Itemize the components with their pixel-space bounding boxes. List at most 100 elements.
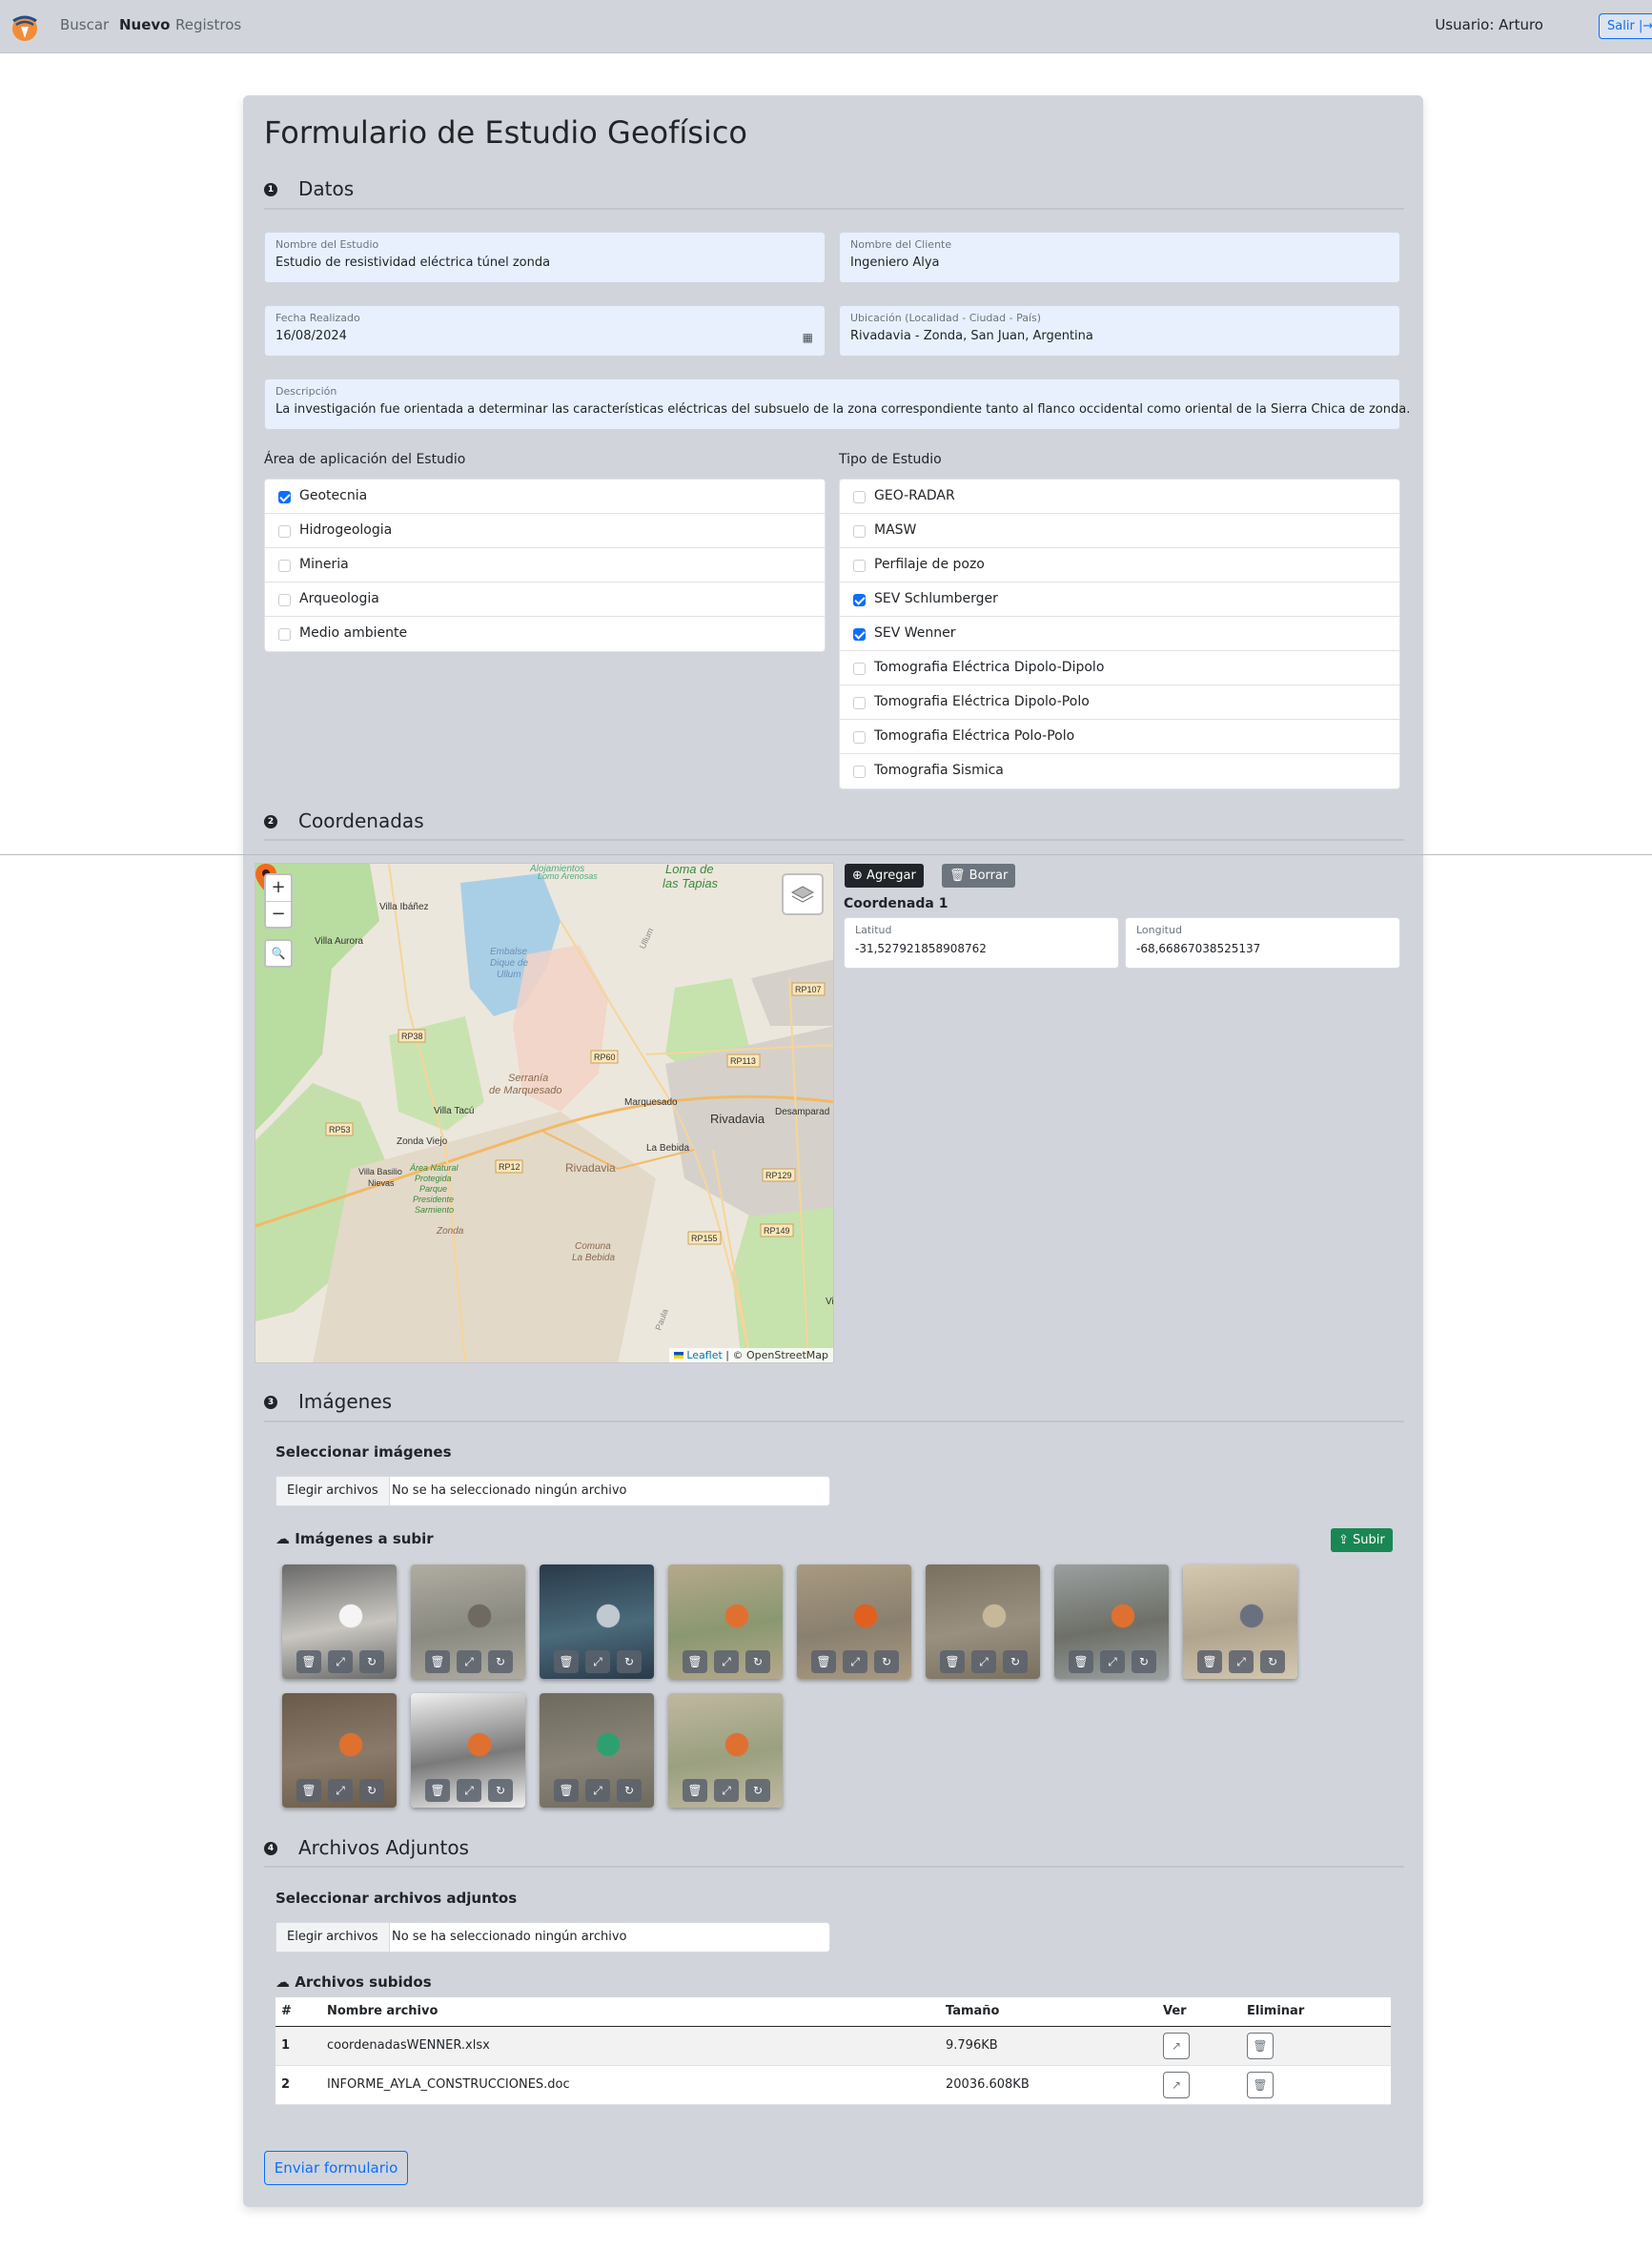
description-field[interactable]: Descripción La investigación fue orienta… xyxy=(264,378,1410,430)
osm-attribution[interactable]: | © OpenStreetMap xyxy=(725,1349,828,1361)
trash-icon[interactable]: 🗑 xyxy=(554,1650,579,1673)
checkbox[interactable] xyxy=(853,525,866,538)
checkbox[interactable] xyxy=(278,628,291,641)
trash-icon[interactable]: 🗑 xyxy=(811,1650,836,1673)
expand-icon[interactable]: ⤢ xyxy=(971,1650,996,1673)
trash-icon[interactable]: 🗑 xyxy=(1247,2032,1274,2059)
expand-icon[interactable]: ⤢ xyxy=(714,1779,739,1802)
rotate-icon[interactable]: ↻ xyxy=(359,1650,384,1673)
image-thumbnail[interactable]: 🗑 ⤢ ↻ xyxy=(1183,1564,1297,1679)
checkbox[interactable] xyxy=(853,560,866,572)
latitude-field[interactable]: Latitud -31,527921858908762 xyxy=(844,917,1119,969)
checkbox[interactable] xyxy=(278,594,291,606)
expand-icon[interactable]: ⤢ xyxy=(843,1650,867,1673)
study-name-field[interactable]: Nombre del Estudio Estudio de resistivid… xyxy=(264,232,826,283)
nav-buscar[interactable]: Buscar xyxy=(60,16,109,33)
trash-icon[interactable]: 🗑 xyxy=(683,1779,707,1802)
expand-icon[interactable]: ⤢ xyxy=(457,1650,481,1673)
expand-icon[interactable]: ⤢ xyxy=(585,1779,610,1802)
checkbox[interactable] xyxy=(853,731,866,744)
longitude-field[interactable]: Longitud -68,66867038525137 xyxy=(1125,917,1400,969)
trash-icon[interactable]: 🗑 xyxy=(554,1779,579,1802)
location-map[interactable]: Loma de las Tapias Alojamientos Lomo Are… xyxy=(255,863,834,1363)
image-thumbnail[interactable]: 🗑 ⤢ ↻ xyxy=(411,1564,525,1679)
type-item-sev-schlumberger[interactable]: SEV Schlumberger xyxy=(840,583,1399,617)
nav-registros[interactable]: Registros xyxy=(175,16,241,33)
area-item-mineria[interactable]: Mineria xyxy=(265,548,825,583)
image-thumbnail[interactable]: 🗑 ⤢ ↻ xyxy=(540,1564,654,1679)
type-item-georadar[interactable]: GEO-RADAR xyxy=(840,480,1399,514)
choose-files-button[interactable]: Elegir archivos xyxy=(276,1477,390,1505)
trash-icon[interactable]: 🗑 xyxy=(1069,1650,1093,1673)
nav-nuevo[interactable]: Nuevo xyxy=(119,16,171,33)
image-thumbnail[interactable]: 🗑 ⤢ ↻ xyxy=(797,1564,911,1679)
type-item-dipolo-dipolo[interactable]: Tomografia Eléctrica Dipolo-Dipolo xyxy=(840,651,1399,685)
logout-button[interactable]: Salir |→ xyxy=(1599,13,1652,39)
choose-files-button[interactable]: Elegir archivos xyxy=(276,1923,390,1952)
checkbox[interactable] xyxy=(853,697,866,709)
image-thumbnail[interactable]: 🗑 ⤢ ↻ xyxy=(926,1564,1040,1679)
expand-icon[interactable]: ⤢ xyxy=(1100,1650,1125,1673)
submit-form-button[interactable]: Enviar formulario xyxy=(264,2151,408,2185)
rotate-icon[interactable]: ↻ xyxy=(617,1650,642,1673)
images-file-input[interactable]: Elegir archivos No se ha seleccionado ni… xyxy=(275,1476,830,1506)
trash-icon[interactable]: 🗑 xyxy=(296,1779,321,1802)
area-item-medio-ambiente[interactable]: Medio ambiente xyxy=(265,617,825,651)
checkbox[interactable] xyxy=(853,628,866,641)
area-item-hidrogeologia[interactable]: Hidrogeologia xyxy=(265,514,825,548)
open-external-icon[interactable]: ↗ xyxy=(1163,2071,1190,2098)
image-thumbnail[interactable]: 🗑 ⤢ ↻ xyxy=(411,1693,525,1808)
leaflet-link[interactable]: Leaflet xyxy=(686,1349,722,1361)
type-item-dipolo-polo[interactable]: Tomografia Eléctrica Dipolo-Polo xyxy=(840,685,1399,720)
rotate-icon[interactable]: ↻ xyxy=(359,1779,384,1802)
delete-coordinate-button[interactable]: 🗑 Borrar xyxy=(942,864,1016,888)
trash-icon[interactable]: 🗑 xyxy=(425,1779,450,1802)
image-thumbnail[interactable]: 🗑 ⤢ ↻ xyxy=(282,1693,397,1808)
open-external-icon[interactable]: ↗ xyxy=(1163,2032,1190,2059)
checkbox[interactable] xyxy=(853,491,866,503)
expand-icon[interactable]: ⤢ xyxy=(1229,1650,1254,1673)
client-name-field[interactable]: Nombre del Cliente Ingeniero Alya xyxy=(839,232,1400,283)
location-field[interactable]: Ubicación (Localidad - Ciudad - País) Ri… xyxy=(839,305,1400,357)
checkbox[interactable] xyxy=(853,663,866,675)
checkbox[interactable] xyxy=(278,525,291,538)
map-search-button[interactable]: 🔍 xyxy=(264,939,293,968)
attachments-file-input[interactable]: Elegir archivos No se ha seleccionado ni… xyxy=(275,1922,830,1953)
type-item-sev-wenner[interactable]: SEV Wenner xyxy=(840,617,1399,651)
trash-icon[interactable]: 🗑 xyxy=(940,1650,965,1673)
layers-button[interactable] xyxy=(782,873,824,915)
rotate-icon[interactable]: ↻ xyxy=(745,1779,770,1802)
zoom-in-button[interactable]: + xyxy=(266,875,291,901)
type-item-masw[interactable]: MASW xyxy=(840,514,1399,548)
rotate-icon[interactable]: ↻ xyxy=(1132,1650,1156,1673)
expand-icon[interactable]: ⤢ xyxy=(714,1650,739,1673)
checkbox[interactable] xyxy=(278,560,291,572)
type-item-polo-polo[interactable]: Tomografia Eléctrica Polo-Polo xyxy=(840,720,1399,754)
add-coordinate-button[interactable]: ⊕ Agregar xyxy=(845,864,924,888)
expand-icon[interactable]: ⤢ xyxy=(328,1779,353,1802)
trash-icon[interactable]: 🗑 xyxy=(296,1650,321,1673)
expand-icon[interactable]: ⤢ xyxy=(585,1650,610,1673)
calendar-icon[interactable]: ▦ xyxy=(803,331,813,344)
checkbox[interactable] xyxy=(278,491,291,503)
date-field[interactable]: Fecha Realizado 16/08/2024 ▦ xyxy=(264,305,826,357)
image-thumbnail[interactable]: 🗑 ⤢ ↻ xyxy=(1054,1564,1169,1679)
image-thumbnail[interactable]: 🗑 ⤢ ↻ xyxy=(540,1693,654,1808)
expand-icon[interactable]: ⤢ xyxy=(457,1779,481,1802)
type-item-sismica[interactable]: Tomografia Sismica xyxy=(840,754,1399,788)
rotate-icon[interactable]: ↻ xyxy=(1003,1650,1028,1673)
upload-images-button[interactable]: ⇪ Subir xyxy=(1331,1528,1393,1552)
image-thumbnail[interactable]: 🗑 ⤢ ↻ xyxy=(282,1564,397,1679)
trash-icon[interactable]: 🗑 xyxy=(1247,2071,1274,2098)
trash-icon[interactable]: 🗑 xyxy=(1197,1650,1222,1673)
rotate-icon[interactable]: ↻ xyxy=(488,1779,513,1802)
rotate-icon[interactable]: ↻ xyxy=(874,1650,899,1673)
app-logo-icon[interactable] xyxy=(10,11,40,42)
rotate-icon[interactable]: ↻ xyxy=(745,1650,770,1673)
rotate-icon[interactable]: ↻ xyxy=(488,1650,513,1673)
trash-icon[interactable]: 🗑 xyxy=(425,1650,450,1673)
rotate-icon[interactable]: ↻ xyxy=(1260,1650,1285,1673)
area-item-geotecnia[interactable]: Geotecnia xyxy=(265,480,825,514)
image-thumbnail[interactable]: 🗑 ⤢ ↻ xyxy=(668,1564,783,1679)
rotate-icon[interactable]: ↻ xyxy=(617,1779,642,1802)
